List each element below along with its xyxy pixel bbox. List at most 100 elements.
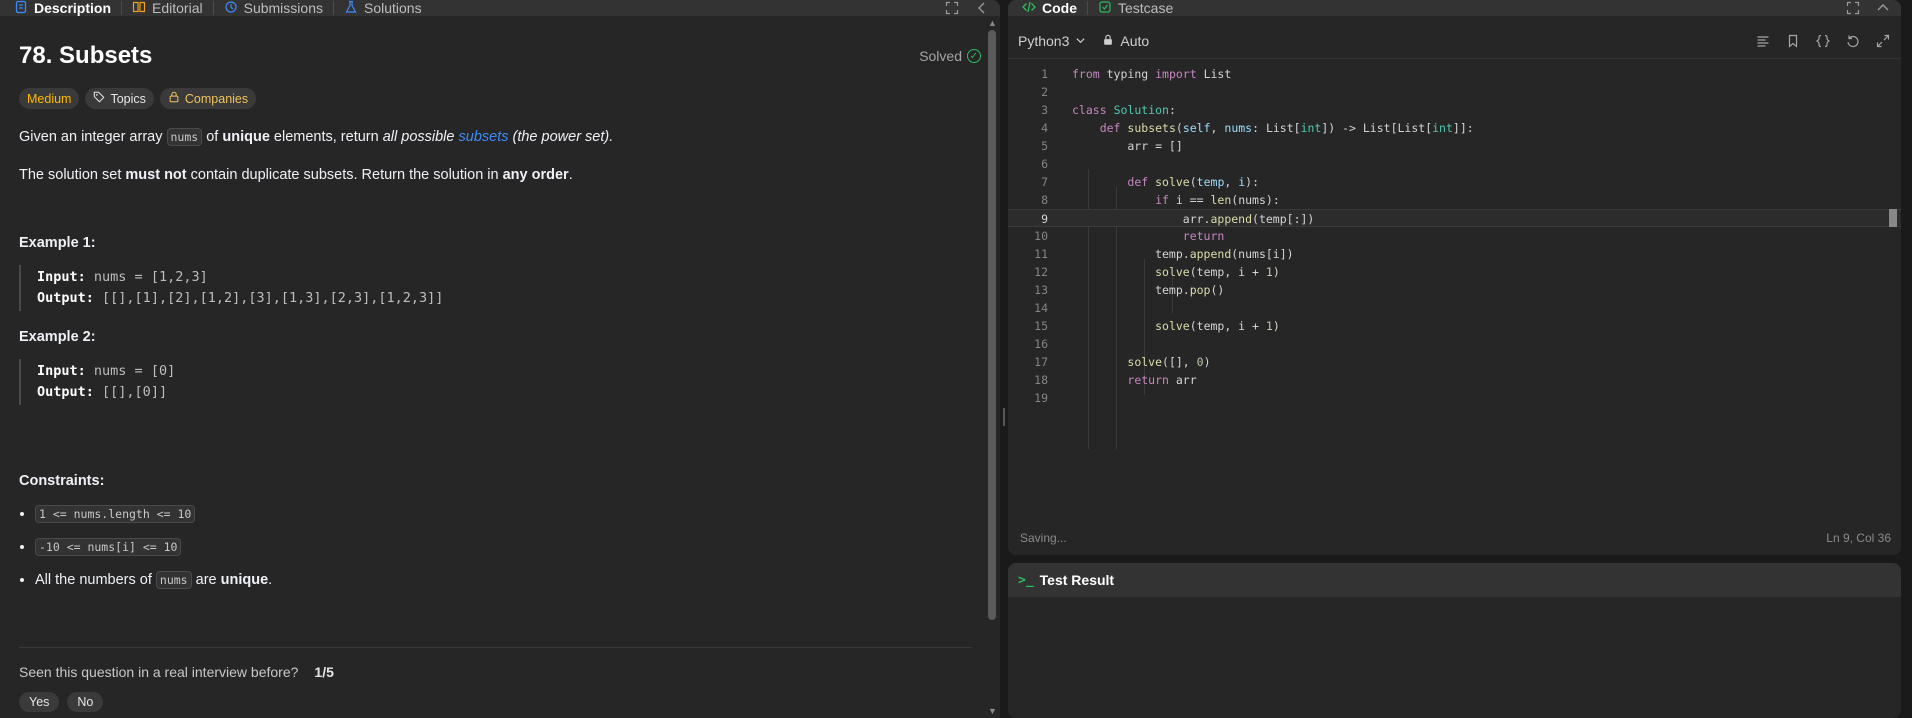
code-line-current: 9 arr.append(temp[:]) (1008, 209, 1901, 227)
solved-label: Solved (919, 48, 962, 64)
code-text: temp.append(nums[i]) (1072, 247, 1294, 261)
bookmark-icon[interactable] (1785, 33, 1801, 49)
scroll-up-arrow-icon[interactable]: ▲ (988, 18, 997, 28)
constraint-text: All the numbers of (35, 572, 156, 588)
code-line: 8 if i == len(nums): (1008, 191, 1901, 209)
check-circle-icon: ✓ (967, 49, 981, 63)
interview-answers: Yes No (19, 692, 104, 712)
tab-testcase[interactable]: Testcase (1094, 0, 1177, 16)
code-text: solve(temp, i + 1) (1155, 319, 1280, 333)
reset-icon[interactable] (1845, 33, 1861, 49)
lock-icon (168, 91, 180, 106)
tab-editorial-label: Editorial (152, 0, 203, 16)
code-tabbar: Code Testcase (1008, 0, 1901, 16)
code-line: 17 solve([], 0) (1008, 353, 1901, 371)
book-icon (132, 0, 146, 17)
statement-italic: (the power set). (512, 129, 614, 145)
example-2-box: Input: nums = [0] Output: [[],[0]] (19, 359, 981, 405)
statement-bold: any order (502, 167, 569, 183)
braces-icon[interactable] (1815, 33, 1831, 49)
input-label: Input: (37, 363, 86, 379)
topics-button[interactable]: Topics (85, 88, 154, 109)
line-number: 6 (1041, 157, 1048, 171)
title-row: 78. Subsets Solved ✓ (19, 42, 981, 70)
example-input: nums = [1,2,3] (93, 269, 208, 285)
code-line: 2 (1008, 83, 1901, 101)
test-result-title: Test Result (1039, 572, 1115, 588)
tag-icon (93, 91, 105, 106)
document-icon (14, 0, 28, 17)
example-input: nums = [0] (93, 363, 176, 379)
description-scrollbar[interactable] (988, 30, 996, 620)
code-text: return arr (1127, 373, 1197, 387)
line-number: 4 (1041, 121, 1048, 135)
tab-submissions[interactable]: Submissions (220, 0, 327, 16)
expand-icon[interactable] (1875, 33, 1891, 49)
interview-question: Seen this question in a real interview b… (19, 664, 299, 680)
maximize-icon[interactable] (1845, 0, 1861, 16)
statement-text: Given an integer array (19, 129, 167, 145)
auto-mode-toggle[interactable]: Auto (1102, 33, 1149, 49)
constraint-text: are (191, 572, 221, 588)
code-text: arr = [] (1072, 139, 1183, 153)
subsets-link[interactable]: subsets (459, 129, 509, 145)
line-number: 12 (1034, 265, 1048, 279)
line-number: 3 (1041, 103, 1048, 117)
statement-bold: unique (222, 129, 270, 145)
constraint-text: . (268, 572, 273, 588)
line-number: 1 (1041, 67, 1048, 81)
description-tabbar-actions (944, 0, 990, 16)
tab-separator (1087, 1, 1088, 15)
tab-solutions-label: Solutions (363, 0, 422, 16)
code-text: solve([], 0) (1127, 355, 1211, 369)
badge-row: Medium Topics Companies (19, 88, 981, 109)
auto-label: Auto (1120, 33, 1150, 49)
code-line: 19 (1008, 389, 1901, 407)
yes-button[interactable]: Yes (19, 692, 60, 712)
line-number: 15 (1034, 319, 1048, 333)
editor-scroll-marker[interactable] (1889, 209, 1897, 227)
constraint-item: 1 <= nums.length <= 10 (35, 503, 981, 525)
line-number: 11 (1034, 247, 1048, 261)
code-line: 16 (1008, 335, 1901, 353)
no-button[interactable]: No (67, 692, 104, 712)
code-line: 14 (1008, 299, 1901, 317)
test-result-header[interactable]: >_ Test Result (1008, 563, 1901, 597)
code-line: 5 arr = [] (1008, 137, 1901, 155)
code-editor[interactable]: 1 from typing import List 2 3 class Soluti… (1008, 58, 1901, 508)
tab-description[interactable]: Description (10, 0, 115, 16)
line-number: 8 (1041, 193, 1048, 207)
maximize-icon[interactable] (944, 0, 960, 16)
line-number: 17 (1034, 355, 1048, 369)
terminal-icon: >_ (1018, 572, 1034, 588)
constraint-item: All the numbers of nums are unique. (35, 569, 981, 591)
tab-editorial[interactable]: Editorial (128, 0, 207, 16)
example-1-title: Example 1: (19, 235, 96, 251)
statement-bold: must not (125, 167, 187, 183)
language-select[interactable]: Python3 (1018, 33, 1086, 49)
code-text: class Solution: (1072, 103, 1176, 117)
tab-solutions[interactable]: Solutions (340, 0, 426, 16)
statement-text: . (568, 167, 573, 183)
constraints-title: Constraints: (19, 473, 105, 489)
code-text: if i == len(nums): (1155, 193, 1280, 207)
problem-description: 78. Subsets Solved ✓ Medium Topics Compa… (0, 16, 1000, 591)
code-line: 18 return arr (1008, 371, 1901, 389)
code-line: 1 from typing import List (1008, 65, 1901, 83)
chevron-up-icon[interactable] (1875, 0, 1891, 16)
panel-resize-handle[interactable] (1003, 408, 1005, 426)
scroll-down-arrow-icon[interactable]: ▼ (988, 706, 997, 716)
code-text: def subsets(self, nums: List[int]) -> Li… (1099, 121, 1474, 135)
tab-testcase-label: Testcase (1118, 0, 1174, 16)
line-number: 19 (1034, 391, 1048, 405)
format-lines-icon[interactable] (1755, 33, 1771, 49)
companies-button[interactable]: Companies (159, 88, 257, 109)
line-number: 2 (1041, 85, 1048, 99)
collapse-chevron-icon[interactable] (974, 0, 990, 16)
editor-toolbar: Python3 Auto (1008, 26, 1901, 56)
tab-separator (332, 1, 334, 15)
tab-code[interactable]: Code (1018, 0, 1081, 16)
companies-label: Companies (184, 91, 249, 106)
code-icon (1022, 0, 1036, 17)
problem-title[interactable]: 78. Subsets (19, 42, 152, 70)
